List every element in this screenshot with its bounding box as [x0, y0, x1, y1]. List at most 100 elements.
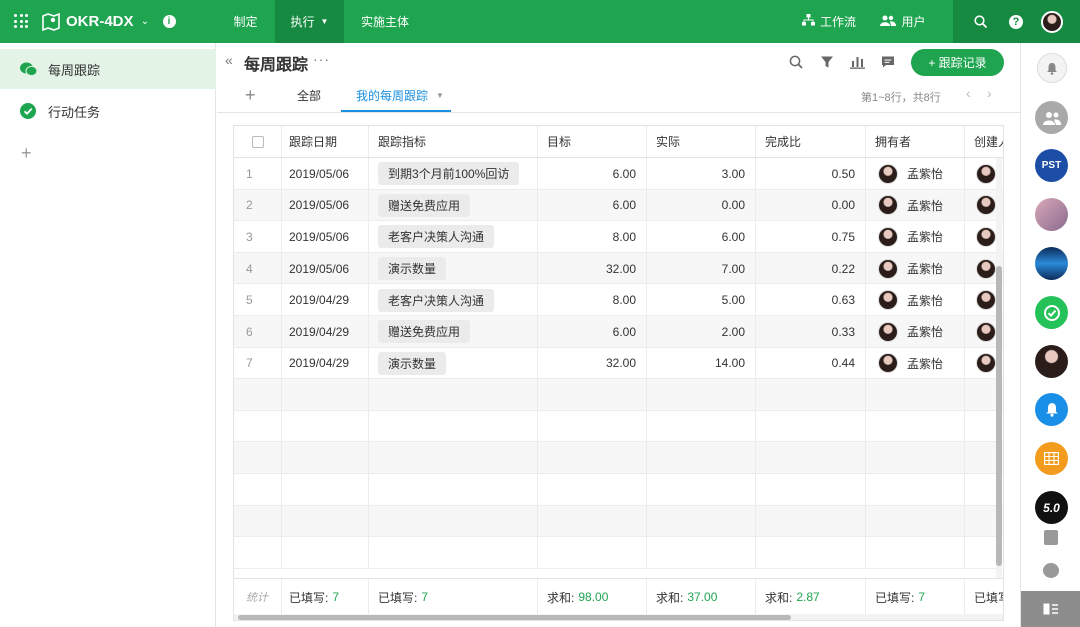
- search-icon[interactable]: [787, 53, 805, 71]
- table-cell: [647, 442, 756, 474]
- pst-app-icon[interactable]: PST: [1035, 149, 1068, 182]
- header-creator[interactable]: 创建人: [965, 126, 1003, 157]
- cell-actual: 7.00: [647, 252, 756, 285]
- row-number: 4: [234, 252, 282, 285]
- table-cell: [756, 442, 866, 474]
- nav-execute-label: 执行: [290, 15, 315, 29]
- city-app-icon[interactable]: [1035, 247, 1068, 280]
- table-cell: [234, 379, 282, 411]
- header-owner[interactable]: 拥有者: [866, 126, 965, 157]
- nav-execute[interactable]: 执行 ▼: [275, 0, 344, 43]
- group-icon[interactable]: [1035, 101, 1068, 134]
- chart-icon[interactable]: [848, 53, 866, 71]
- table-cell: [538, 505, 647, 538]
- sidebar-item-weekly-tracking[interactable]: 每周跟踪: [0, 49, 216, 89]
- footer-creator: 已填写:: [965, 579, 1003, 615]
- footer-label: 统计: [234, 579, 282, 615]
- help-icon[interactable]: ?: [1006, 0, 1026, 43]
- comment-icon[interactable]: [879, 53, 897, 71]
- chat-icon[interactable]: [1043, 563, 1059, 578]
- tab-all[interactable]: 全部: [297, 87, 321, 104]
- add-record-button[interactable]: + 跟踪记录: [911, 49, 1004, 76]
- contact-avatar-icon[interactable]: [1035, 198, 1068, 231]
- footer-key: 已填写:: [875, 590, 915, 605]
- workflow-button[interactable]: 工作流: [798, 0, 860, 43]
- row-number: 6: [234, 316, 282, 348]
- nav-entity[interactable]: 实施主体: [348, 0, 422, 43]
- app-grid-icon[interactable]: [14, 14, 28, 28]
- header-ratio[interactable]: 完成比: [756, 126, 866, 157]
- workflow-icon: [801, 14, 815, 29]
- table-row[interactable]: 5 2019/04/29 老客户决策人沟通 8.00 5.00 0.63 孟紫怡: [234, 284, 1003, 316]
- table-row[interactable]: 2 2019/05/06 赠送免费应用 6.00 0.00 0.00 孟紫怡: [234, 189, 1003, 222]
- next-page-icon[interactable]: ›: [987, 85, 992, 101]
- bell-outline-icon[interactable]: [1037, 53, 1067, 83]
- prev-page-icon[interactable]: ‹: [966, 85, 971, 101]
- creator-avatar: [976, 163, 996, 184]
- empty-row: [234, 410, 1003, 443]
- header-actual[interactable]: 实际: [647, 126, 756, 157]
- footer-key: 求和:: [656, 590, 684, 605]
- table-row[interactable]: 4 2019/05/06 演示数量 32.00 7.00 0.22 孟紫怡: [234, 252, 1003, 285]
- cell-target: 6.00: [538, 189, 647, 222]
- table-cell: [647, 537, 756, 569]
- footer-key: 求和:: [547, 590, 575, 605]
- table-cell: 赠送免费应用: [369, 189, 538, 222]
- collapse-left-icon[interactable]: «: [225, 52, 233, 68]
- tab-my-weekly-tracking[interactable]: 我的每周跟踪 ▼: [341, 80, 451, 112]
- info-icon[interactable]: i: [162, 0, 176, 43]
- cell-ratio: 0.44: [756, 347, 866, 380]
- horizontal-scrollbar-thumb[interactable]: [238, 615, 791, 620]
- cell-date: 2019/04/29: [282, 284, 369, 316]
- user-avatar[interactable]: [1040, 0, 1064, 43]
- more-options-icon[interactable]: ···: [313, 51, 330, 67]
- contact-card-icon[interactable]: [1044, 530, 1058, 545]
- table-row[interactable]: 1 2019/05/06 到期3个月前100%回访 6.00 3.00 0.50 孟紫怡: [234, 158, 1003, 190]
- nav-plan[interactable]: 制定: [219, 0, 272, 43]
- caret-down-icon: ▼: [436, 90, 444, 100]
- sidebar-item-label: 行动任务: [48, 104, 101, 120]
- filter-icon[interactable]: [818, 53, 836, 71]
- add-tab-icon[interactable]: +: [245, 85, 256, 106]
- main-panel: « 每周跟踪 ··· + 跟踪记录 + 全部 我的每周跟踪 ▼ 第1~8行，共8…: [217, 43, 1020, 627]
- table-cell: [282, 379, 369, 411]
- owner-name: 孟紫怡: [907, 198, 944, 213]
- row-number: 1: [234, 158, 282, 190]
- app-title[interactable]: OKR-4DX: [66, 0, 134, 43]
- header-metric[interactable]: 跟踪指标: [369, 126, 538, 157]
- creator-avatar: [976, 353, 996, 374]
- table-cell: 孟紫怡: [866, 158, 965, 190]
- empty-row: [234, 505, 1003, 538]
- owner-avatar: [878, 321, 898, 342]
- table-cell: [866, 505, 965, 538]
- workflow-label: 工作流: [819, 15, 856, 29]
- table-cell: [369, 537, 538, 569]
- users-button[interactable]: 用户: [878, 0, 928, 43]
- table-row[interactable]: 7 2019/04/29 演示数量 32.00 14.00 0.44 孟紫怡: [234, 347, 1003, 380]
- table-app-icon[interactable]: [1035, 442, 1068, 475]
- users-icon: [880, 15, 897, 29]
- add-view-icon[interactable]: +: [21, 143, 32, 164]
- table-row[interactable]: 6 2019/04/29 赠送免费应用 6.00 2.00 0.33 孟紫怡: [234, 316, 1003, 348]
- chevron-down-icon[interactable]: ⌄: [139, 0, 151, 43]
- header-date[interactable]: 跟踪日期: [282, 126, 369, 157]
- version-app-icon[interactable]: 5.0: [1035, 491, 1068, 524]
- footer-value: 37.00: [687, 590, 718, 604]
- pagination-info: 第1~8行，共8行: [861, 92, 941, 104]
- table-cell: 孟紫怡: [866, 316, 965, 348]
- caret-down-icon: ▼: [320, 17, 329, 26]
- metric-tag: 赠送免费应用: [378, 193, 471, 217]
- panel-toggle-button[interactable]: [1021, 591, 1080, 627]
- cell-ratio: 0.00: [756, 189, 866, 222]
- table-cell: [538, 379, 647, 411]
- notification-app-icon[interactable]: [1035, 393, 1068, 426]
- profile-avatar-icon[interactable]: [1035, 345, 1068, 378]
- vertical-scrollbar-thumb[interactable]: [996, 266, 1002, 566]
- table-cell: [866, 474, 965, 506]
- check-app-icon[interactable]: [1035, 296, 1068, 329]
- sidebar-item-action-tasks[interactable]: 行动任务: [0, 91, 216, 131]
- table-row[interactable]: 3 2019/05/06 老客户决策人沟通 8.00 6.00 0.75 孟紫怡: [234, 221, 1003, 253]
- search-icon[interactable]: [970, 0, 990, 43]
- header-target[interactable]: 目标: [538, 126, 647, 157]
- select-all-checkbox[interactable]: [234, 126, 282, 157]
